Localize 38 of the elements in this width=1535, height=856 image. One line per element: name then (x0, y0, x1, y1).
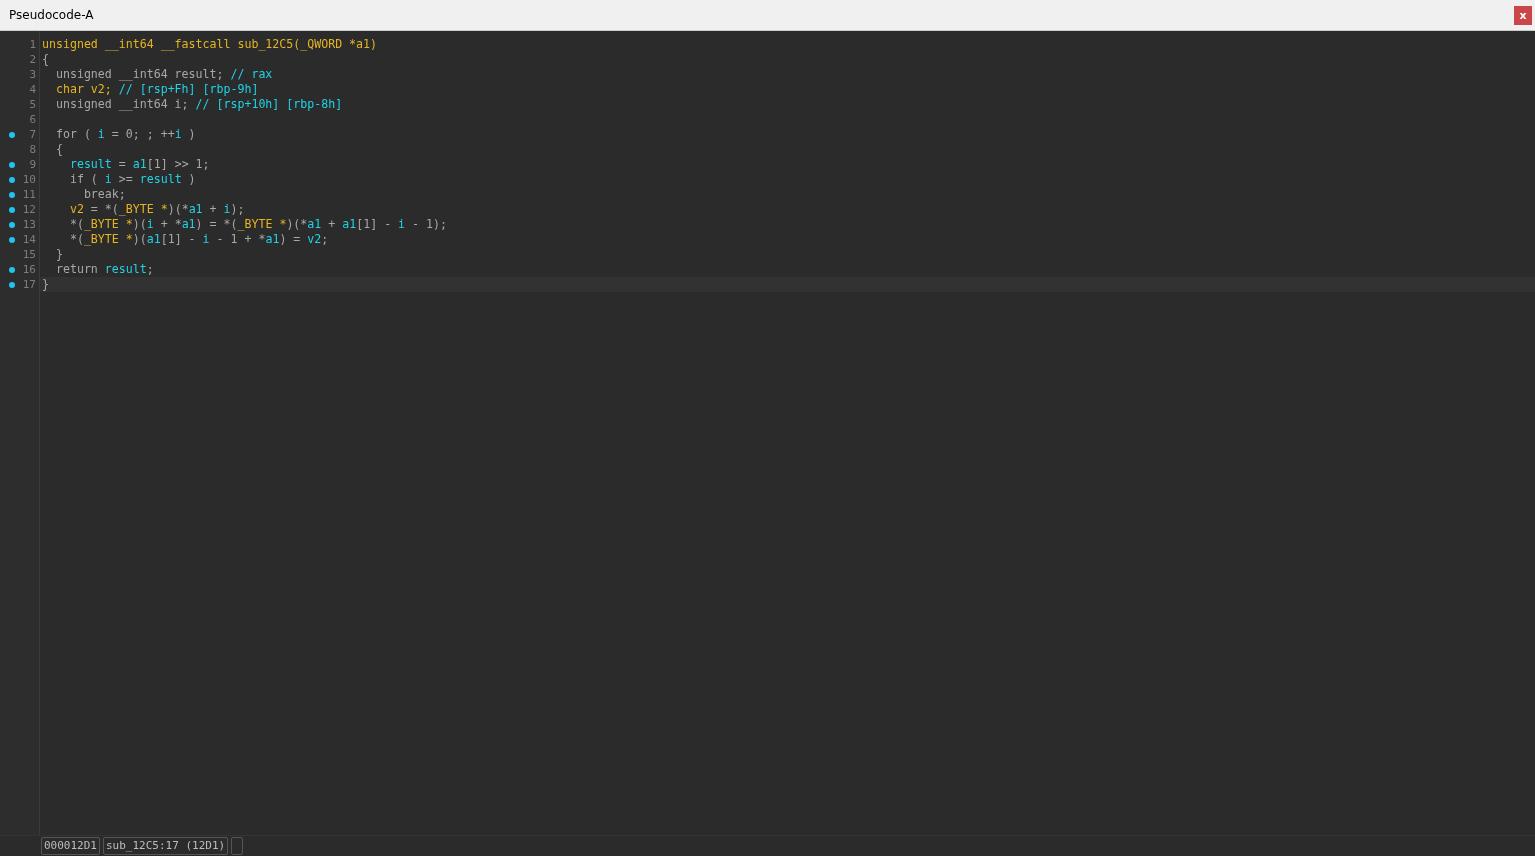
code-line: return result; (54, 262, 154, 276)
location-field: sub_12C5:17 (12D1) (103, 837, 229, 855)
code-line: unsigned __int64 i; // [rsp+10h] [rbp-8h] (54, 97, 343, 111)
code-line: unsigned __int64 result; // rax (54, 67, 273, 81)
code-line: result = a1[1] >> 1; (68, 157, 210, 171)
empty-status-field (231, 837, 244, 855)
line-number: 13 (21, 218, 36, 231)
code-line: unsigned __int64 __fastcall sub_12C5(_QWORD *a1) (42, 37, 378, 51)
line-number: 9 (28, 158, 36, 171)
code-line: } (42, 277, 49, 291)
line-number: 4 (28, 83, 36, 96)
line-number: 6 (28, 113, 36, 126)
code-line: char v2; // [rsp+Fh] [rbp-9h] (54, 82, 259, 96)
code-line: *(_BYTE *)(a1[1] - i - 1 + *a1) = v2; (68, 232, 329, 246)
code-line: if ( i >= result ) (68, 172, 196, 186)
line-number: 15 (21, 248, 36, 261)
code-line: { (54, 142, 63, 156)
line-number: 12 (21, 203, 36, 216)
code-line: *(_BYTE *)(i + *a1) = *(_BYTE *)(*a1 + a1[1] - i - 1); (68, 217, 447, 231)
line-number: 14 (21, 233, 36, 246)
line-number: 5 (28, 98, 36, 111)
line-number: 11 (21, 188, 36, 201)
line-number: 2 (28, 53, 36, 66)
code-line: { (42, 52, 49, 66)
window-title: Pseudocode-A (9, 8, 94, 22)
close-button[interactable]: x (1514, 5, 1532, 25)
line-number: 1 (28, 38, 36, 51)
line-number: 3 (28, 68, 36, 81)
code-line: for ( i = 0; ; ++i ) (54, 127, 196, 141)
code-line: } (54, 247, 63, 261)
address-field: 000012D1 (41, 837, 100, 855)
line-number: 10 (21, 173, 36, 186)
line-number: 16 (21, 263, 36, 276)
code-line: v2 = *(_BYTE *)(*a1 + i); (68, 202, 245, 216)
line-number: 7 (28, 128, 36, 141)
code-line: break; (82, 187, 126, 201)
line-number: 8 (28, 143, 36, 156)
line-number: 17 (21, 278, 36, 291)
